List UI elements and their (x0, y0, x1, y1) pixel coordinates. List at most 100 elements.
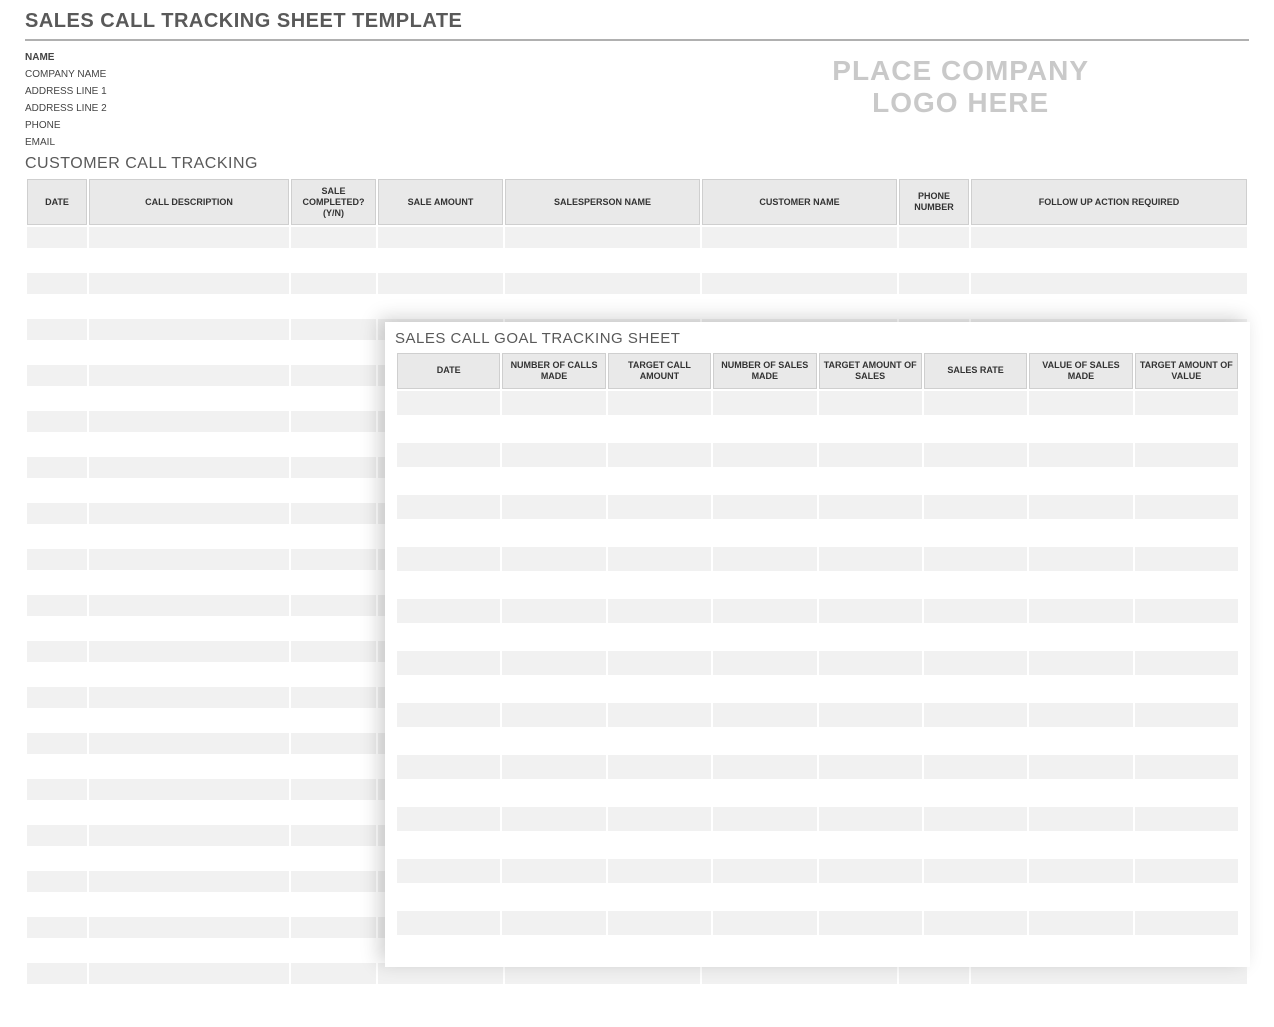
table-cell[interactable] (899, 227, 969, 248)
table-cell[interactable] (89, 296, 289, 317)
table-cell[interactable] (27, 756, 87, 777)
table-cell[interactable] (27, 687, 87, 708)
table-cell[interactable] (27, 963, 87, 984)
table-cell[interactable] (819, 859, 922, 883)
table-cell[interactable] (924, 495, 1027, 519)
table-cell[interactable] (924, 599, 1027, 623)
table-cell[interactable] (89, 940, 289, 961)
table-cell[interactable] (819, 703, 922, 727)
table-cell[interactable] (1135, 937, 1238, 961)
table-cell[interactable] (27, 526, 87, 547)
table-cell[interactable] (819, 495, 922, 519)
table-cell[interactable] (1135, 807, 1238, 831)
table-cell[interactable] (819, 547, 922, 571)
table-cell[interactable] (1135, 443, 1238, 467)
table-cell[interactable] (819, 885, 922, 909)
table-cell[interactable] (27, 365, 87, 386)
table-cell[interactable] (291, 526, 376, 547)
table-cell[interactable] (291, 411, 376, 432)
table-cell[interactable] (1029, 495, 1132, 519)
table-cell[interactable] (713, 547, 816, 571)
table-cell[interactable] (713, 937, 816, 961)
table-cell[interactable] (713, 521, 816, 545)
table-cell[interactable] (291, 848, 376, 869)
table-cell[interactable] (713, 625, 816, 649)
table-cell[interactable] (1029, 547, 1132, 571)
table-cell[interactable] (502, 911, 605, 935)
table-cell[interactable] (291, 480, 376, 501)
table-cell[interactable] (924, 651, 1027, 675)
table-cell[interactable] (924, 547, 1027, 571)
table-cell[interactable] (1135, 573, 1238, 597)
table-cell[interactable] (502, 833, 605, 857)
table-cell[interactable] (924, 781, 1027, 805)
table-cell[interactable] (1029, 911, 1132, 935)
table-cell[interactable] (1029, 885, 1132, 909)
table-cell[interactable] (924, 469, 1027, 493)
table-cell[interactable] (27, 250, 87, 271)
table-cell[interactable] (1029, 417, 1132, 441)
table-cell[interactable] (713, 729, 816, 753)
table-cell[interactable] (502, 547, 605, 571)
table-cell[interactable] (1135, 885, 1238, 909)
table-cell[interactable] (27, 434, 87, 455)
table-cell[interactable] (702, 250, 897, 271)
table-cell[interactable] (27, 572, 87, 593)
table-cell[interactable] (27, 986, 87, 1007)
table-cell[interactable] (27, 894, 87, 915)
table-cell[interactable] (378, 250, 503, 271)
table-cell[interactable] (713, 391, 816, 415)
table-cell[interactable] (819, 443, 922, 467)
table-cell[interactable] (89, 572, 289, 593)
table-cell[interactable] (608, 911, 711, 935)
table-cell[interactable] (291, 457, 376, 478)
table-cell[interactable] (502, 755, 605, 779)
table-cell[interactable] (713, 443, 816, 467)
table-cell[interactable] (378, 296, 503, 317)
table-cell[interactable] (397, 833, 500, 857)
table-cell[interactable] (291, 802, 376, 823)
table-cell[interactable] (1029, 599, 1132, 623)
table-cell[interactable] (1135, 833, 1238, 857)
table-cell[interactable] (89, 365, 289, 386)
table-cell[interactable] (291, 871, 376, 892)
table-cell[interactable] (924, 911, 1027, 935)
table-cell[interactable] (291, 227, 376, 248)
table-cell[interactable] (819, 833, 922, 857)
table-cell[interactable] (505, 227, 700, 248)
table-cell[interactable] (397, 885, 500, 909)
table-cell[interactable] (397, 391, 500, 415)
table-cell[interactable] (713, 417, 816, 441)
table-cell[interactable] (1029, 807, 1132, 831)
table-cell[interactable] (397, 521, 500, 545)
table-cell[interactable] (819, 469, 922, 493)
table-cell[interactable] (924, 807, 1027, 831)
table-cell[interactable] (397, 937, 500, 961)
table-cell[interactable] (1029, 703, 1132, 727)
table-cell[interactable] (291, 618, 376, 639)
table-cell[interactable] (89, 227, 289, 248)
table-cell[interactable] (397, 547, 500, 571)
table-cell[interactable] (1135, 677, 1238, 701)
table-cell[interactable] (971, 986, 1247, 1007)
table-cell[interactable] (291, 319, 376, 340)
table-cell[interactable] (608, 807, 711, 831)
table-cell[interactable] (89, 618, 289, 639)
table-cell[interactable] (819, 417, 922, 441)
table-cell[interactable] (27, 664, 87, 685)
table-cell[interactable] (378, 227, 503, 248)
table-cell[interactable] (505, 250, 700, 271)
table-cell[interactable] (27, 871, 87, 892)
table-cell[interactable] (924, 677, 1027, 701)
table-cell[interactable] (899, 250, 969, 271)
table-cell[interactable] (291, 756, 376, 777)
table-cell[interactable] (89, 250, 289, 271)
table-cell[interactable] (1135, 755, 1238, 779)
table-cell[interactable] (1135, 703, 1238, 727)
table-cell[interactable] (608, 443, 711, 467)
table-cell[interactable] (713, 911, 816, 935)
table-cell[interactable] (899, 296, 969, 317)
table-cell[interactable] (27, 802, 87, 823)
table-cell[interactable] (971, 296, 1247, 317)
table-cell[interactable] (89, 526, 289, 547)
